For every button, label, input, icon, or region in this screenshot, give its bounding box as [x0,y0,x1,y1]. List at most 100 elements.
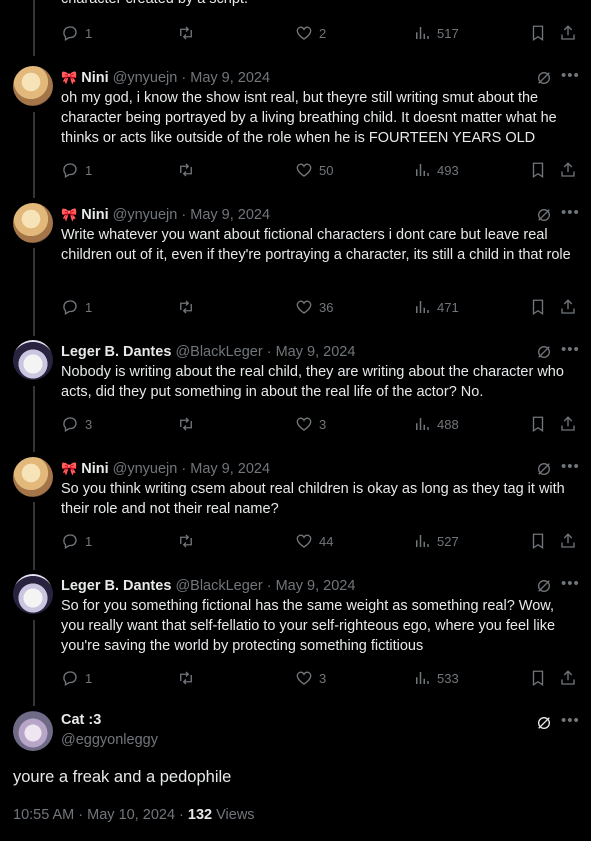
main-tweet: Cat :3 @eggyonleggy ••• youre a freak an… [0,711,591,836]
more-options-icon[interactable]: ••• [561,457,579,477]
more-options-icon[interactable]: ••• [561,66,579,86]
handle[interactable]: @BlackLeger [175,578,262,594]
handle[interactable]: @ynyuejn [113,70,178,86]
display-name[interactable]: Leger B. Dantes [61,344,171,360]
handle[interactable]: @eggyonleggy [61,732,158,748]
like-count: 36 [319,299,334,315]
tweet-date[interactable]: May 9, 2024 [190,70,270,86]
grok-icon[interactable] [536,461,552,477]
share-button[interactable] [559,414,581,434]
bookmark-button[interactable] [529,668,551,688]
avatar[interactable] [13,66,53,106]
more-options-icon[interactable]: ••• [561,203,579,223]
bookmark-button[interactable] [529,160,551,180]
tweet-date[interactable]: May 9, 2024 [190,461,270,477]
views-icon [416,27,429,39]
share-button[interactable] [559,668,581,688]
reply-button[interactable]: 1 [61,531,92,551]
share-icon [561,25,575,40]
conversation-feed: character created by a script. 1 2 517 [0,0,591,841]
share-icon [561,416,575,431]
views-button[interactable]: 493 [413,160,459,180]
more-options-icon[interactable]: ••• [561,340,579,360]
share-button[interactable] [559,531,581,551]
display-name[interactable]: Nini [81,461,108,477]
like-button[interactable]: 2 [295,23,326,43]
views-button[interactable]: 488 [413,414,459,434]
views-button[interactable]: 527 [413,531,459,551]
reply-button[interactable]: 1 [61,23,92,43]
tweet-timestamp[interactable]: 10:55 AM · May 10, 2024 · [13,807,188,823]
grok-icon[interactable] [536,70,552,86]
reply-icon [63,163,77,178]
heart-icon [296,163,312,177]
views-button[interactable]: 533 [413,668,459,688]
reply-button[interactable]: 1 [61,160,92,180]
grok-icon[interactable] [536,715,552,731]
like-button[interactable]: 3 [295,668,326,688]
handle[interactable]: @ynyuejn [113,461,178,477]
like-button[interactable]: 36 [295,297,333,317]
like-button[interactable]: 3 [295,414,326,434]
reply-count: 1 [85,533,93,549]
grok-icon[interactable] [536,578,552,594]
retweet-button[interactable] [177,414,199,434]
tweet-date[interactable]: May 9, 2024 [276,344,356,360]
reply-button[interactable]: 1 [61,668,92,688]
avatar[interactable] [13,457,53,497]
reply-button[interactable]: 1 [61,297,92,317]
retweet-button[interactable] [177,297,199,317]
bookmark-button[interactable] [529,414,551,434]
reply-icon [63,300,77,315]
tweet-date[interactable]: May 9, 2024 [190,207,270,223]
like-button[interactable]: 44 [295,531,333,551]
reply-count: 1 [85,299,93,315]
avatar[interactable] [13,340,53,380]
share-button[interactable] [559,23,581,43]
grok-icon[interactable] [536,207,552,223]
reply-button[interactable]: 3 [61,414,92,434]
tweet-header: 🎀 Nini @ynyuejn · May 9, 2024 [61,70,271,86]
views-button[interactable]: 517 [413,23,459,43]
grok-icon[interactable] [536,344,552,360]
tweet-header: 🎀 Nini @ynyuejn · May 9, 2024 [61,207,271,223]
heart-icon [296,417,312,431]
share-button[interactable] [559,297,581,317]
views-count: 471 [437,299,459,315]
avatar[interactable] [13,574,53,614]
display-name[interactable]: Leger B. Dantes [61,578,171,594]
more-options-icon[interactable]: ••• [561,574,579,594]
more-options-icon[interactable]: ••• [561,711,579,731]
handle[interactable]: @BlackLeger [175,344,262,360]
bookmark-button[interactable] [529,297,551,317]
views-count: 517 [437,25,459,41]
display-name[interactable]: Nini [81,207,108,223]
bookmark-icon [532,416,544,433]
tweet-text: youre a freak and a pedophile [13,768,232,786]
retweet-button[interactable] [177,160,199,180]
like-count: 3 [319,416,327,432]
avatar[interactable] [13,203,53,243]
bookmark-button[interactable] [529,23,551,43]
views-button[interactable]: 471 [413,297,459,317]
handle[interactable]: @ynyuejn [113,207,178,223]
retweet-button[interactable] [177,668,199,688]
like-button[interactable]: 50 [295,160,333,180]
like-count: 44 [319,533,334,549]
share-button[interactable] [559,160,581,180]
tweet-cutoff[interactable]: character created by a script. 1 2 517 [0,0,591,49]
bookmark-button[interactable] [529,531,551,551]
views-count: 132 [187,807,213,823]
tweet-text: Write whatever you want about fictional … [61,227,571,263]
retweet-button[interactable] [177,531,199,551]
tweet-text: So for you something fictional has the s… [61,598,556,654]
display-name[interactable]: Cat :3 [61,712,101,728]
tweet-date[interactable]: May 9, 2024 [276,578,356,594]
bookmark-icon [532,670,544,687]
share-icon [561,299,575,314]
tweet-header: Leger B. Dantes @BlackLeger · May 9, 202… [61,578,356,594]
display-name[interactable]: Nini [81,70,108,86]
tweet-actions: 1 44 527 [61,531,581,551]
retweet-button[interactable] [177,23,199,43]
avatar[interactable] [13,711,53,751]
